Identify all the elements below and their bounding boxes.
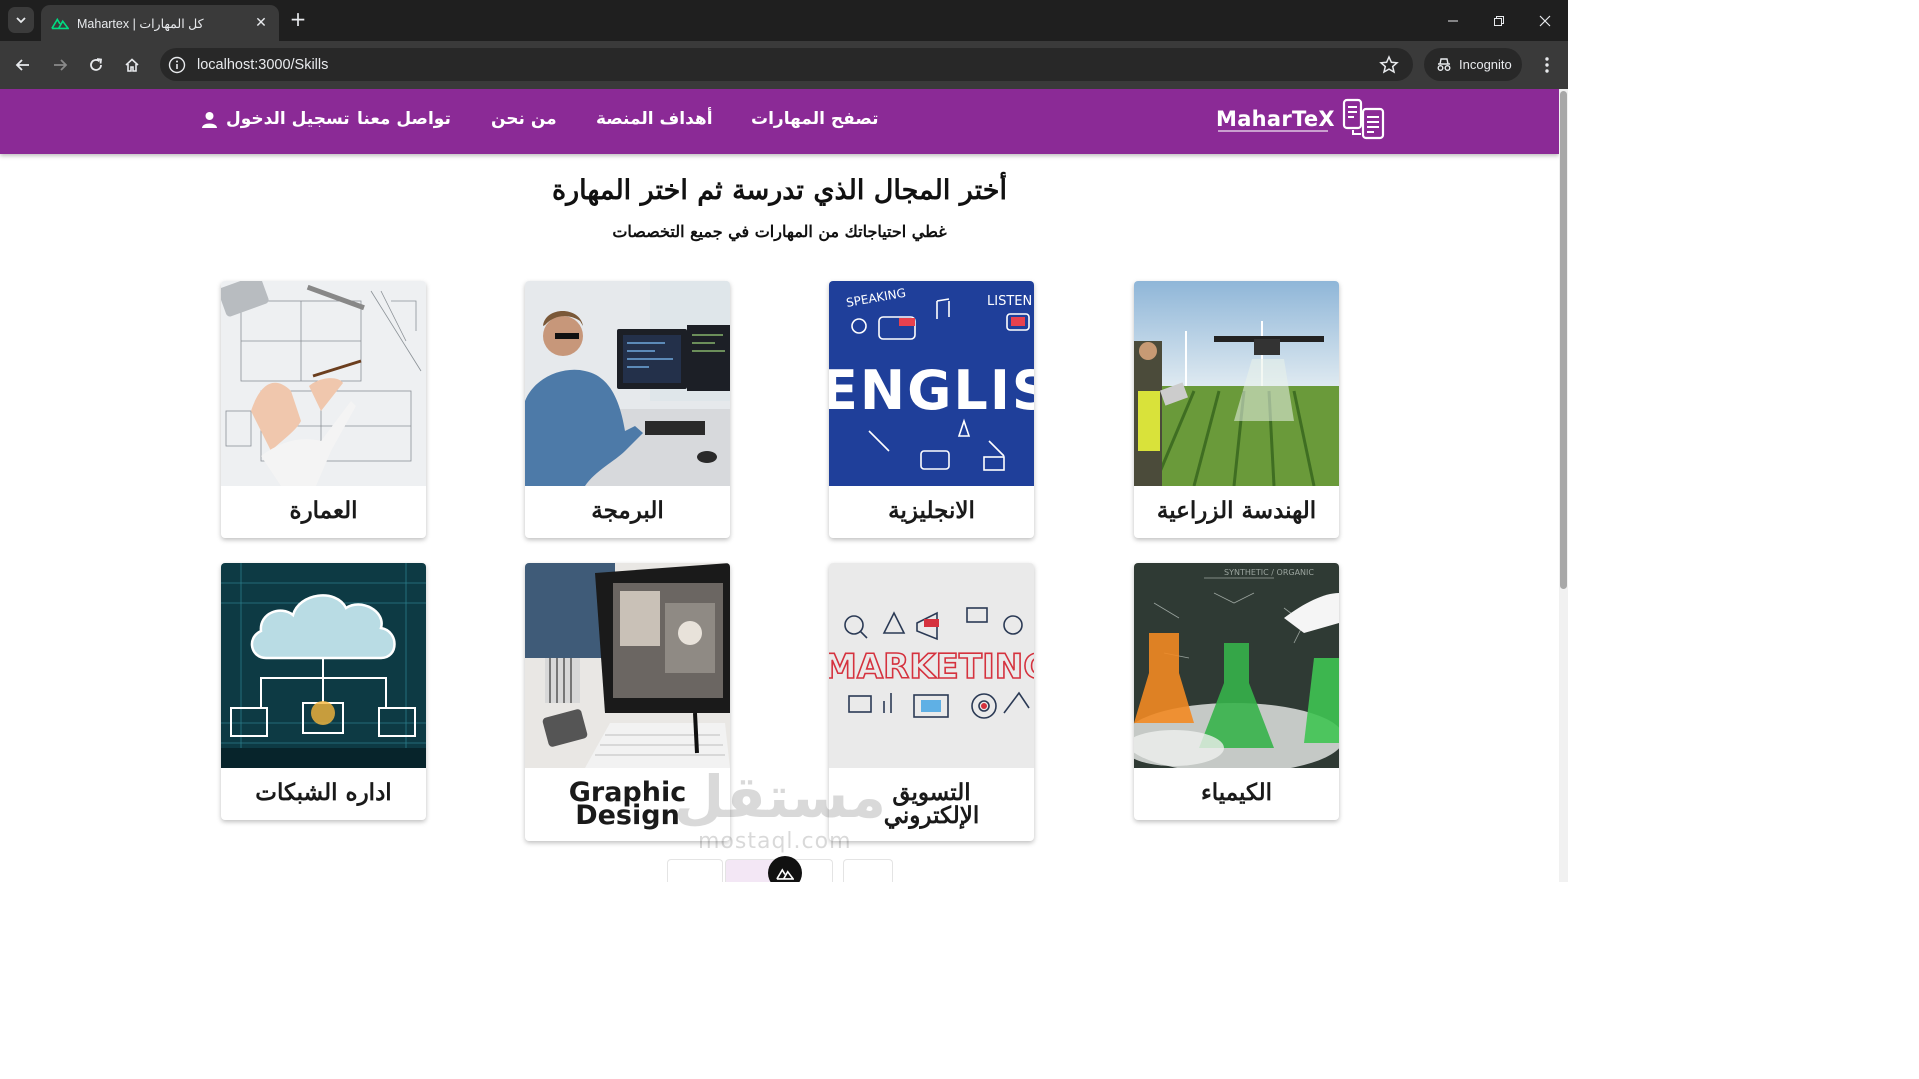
skill-card-label: اداره الشبكات — [255, 779, 392, 806]
network-cloud-image — [221, 563, 426, 768]
url-text[interactable]: localhost:3000/Skills — [197, 57, 1379, 73]
skill-card-label: Graphic Design — [525, 768, 730, 841]
incognito-icon — [1437, 57, 1451, 71]
home-icon — [125, 58, 139, 72]
incognito-badge[interactable]: Incognito — [1424, 48, 1522, 81]
logo-devices-icon — [1342, 98, 1385, 140]
page-content: MaharTeX تصفح المهارات أهداف المنصة من ن… — [0, 89, 1559, 882]
minimize-icon — [1448, 20, 1458, 21]
marketing-icons-image: MARKETING — [829, 563, 1034, 768]
nuxt-devtools-button[interactable] — [768, 856, 802, 882]
svg-text:SYNTHETIC / ORGANIC: SYNTHETIC / ORGANIC — [1224, 568, 1314, 577]
programmer-desk-image — [525, 281, 730, 486]
logo-tagline-rule — [1218, 130, 1328, 132]
reload-button[interactable] — [83, 52, 109, 78]
nav-platform-goals[interactable]: أهداف المنصة — [596, 109, 713, 129]
svg-text:MARKETING: MARKETING — [829, 647, 1034, 687]
address-bar[interactable]: localhost:3000/Skills — [160, 48, 1413, 81]
architecture-blueprint-image — [221, 281, 426, 486]
new-tab-button[interactable]: + — [287, 8, 309, 30]
back-button[interactable] — [10, 52, 36, 78]
svg-text:ENGLISH: ENGLISH — [829, 359, 1034, 422]
arrow-right-icon — [54, 59, 68, 71]
skill-card-label: البرمجة — [591, 497, 664, 524]
tab-close-icon[interactable]: ✕ — [253, 15, 269, 31]
pagination-item[interactable] — [843, 859, 893, 882]
tab-search-button[interactable] — [8, 7, 34, 33]
skill-card-label: الهندسة الزراعية — [1156, 497, 1317, 524]
scrollbar-thumb[interactable] — [1560, 91, 1567, 589]
site-logo[interactable]: MaharTeX — [1216, 98, 1387, 140]
page-scrollbar[interactable] — [1559, 89, 1568, 882]
skill-card-architecture[interactable]: العمارة — [221, 281, 426, 538]
nav-about-us[interactable]: من نحن — [491, 109, 557, 129]
skill-card-graphic-design[interactable]: Graphic Design — [525, 563, 730, 841]
kebab-menu-icon — [1545, 57, 1549, 73]
forward-button[interactable] — [47, 52, 73, 78]
skill-card-label-line1: التسويق — [892, 779, 971, 806]
skill-card-label: الانجليزية — [888, 497, 975, 524]
home-button[interactable] — [119, 52, 145, 78]
skill-card-digital-marketing[interactable]: MARKETING التسويق الإلكتروني — [829, 563, 1034, 841]
chemistry-flasks-image: SYNTHETIC / ORGANIC — [1134, 563, 1339, 768]
browser-tab[interactable]: Mahartex | كل المهارات ✕ — [41, 5, 279, 41]
graphic-design-desk-image — [525, 563, 730, 768]
skill-card-chemistry[interactable]: SYNTHETIC / ORGANIC الكيمياء — [1134, 563, 1339, 820]
chevron-down-icon — [16, 17, 26, 24]
skill-card-programming[interactable]: البرمجة — [525, 281, 730, 538]
close-window-button[interactable] — [1522, 0, 1568, 41]
incognito-label: Incognito — [1459, 57, 1512, 72]
svg-text:LISTEN: LISTEN — [987, 294, 1032, 309]
browser-toolbar: localhost:3000/Skills Incognito — [0, 41, 1568, 89]
restore-icon — [1494, 15, 1504, 26]
skill-card-network-administration[interactable]: اداره الشبكات — [221, 563, 426, 820]
skill-card-label: التسويق الإلكتروني — [829, 768, 1034, 841]
site-navbar: MaharTeX تصفح المهارات أهداف المنصة من ن… — [0, 89, 1559, 154]
nav-contact-us[interactable]: تواصل معنا — [357, 109, 451, 129]
page-subtitle: غطي احتياجاتك من المهارات في جميع التخصص… — [612, 222, 947, 241]
skill-card-label: الكيمياء — [1200, 779, 1273, 806]
reload-icon — [90, 58, 103, 71]
minimize-button[interactable] — [1430, 0, 1476, 41]
skill-card-label: العمارة — [289, 497, 358, 524]
skill-card-english[interactable]: SPEAKING LISTEN ENGLISH الانجليزية — [829, 281, 1034, 538]
nuxt-favicon-icon — [51, 17, 69, 30]
bookmark-star-icon[interactable] — [1379, 54, 1399, 75]
skill-card-agricultural-engineering[interactable]: الهندسة الزراعية — [1134, 281, 1339, 538]
window-controls — [1430, 0, 1568, 41]
browser-titlebar: Mahartex | كل المهارات ✕ + — [0, 0, 1568, 41]
pagination-item[interactable] — [667, 859, 723, 882]
restore-button[interactable] — [1476, 0, 1522, 41]
logo-text: MaharTeX — [1216, 107, 1335, 131]
nav-browse-skills[interactable]: تصفح المهارات — [751, 109, 878, 129]
page-title: أختر المجال الذي تدرسة ثم اختر المهارة — [551, 175, 1008, 206]
english-doodle-image: SPEAKING LISTEN ENGLISH — [829, 281, 1034, 486]
info-icon[interactable] — [168, 56, 186, 74]
nav-login[interactable]: تسجيل الدخول — [201, 109, 350, 129]
close-icon — [1539, 15, 1551, 26]
agricultural-drone-image — [1134, 281, 1339, 486]
arrow-left-icon — [15, 59, 29, 71]
login-label: تسجيل الدخول — [226, 109, 350, 129]
nuxt-logo-icon — [776, 867, 794, 880]
skill-card-label-line2: الإلكتروني — [883, 802, 980, 829]
browser-menu-button[interactable] — [1537, 53, 1557, 77]
user-icon — [202, 111, 217, 128]
tab-title: Mahartex | كل المهارات — [77, 16, 204, 31]
skill-card-label-line2: Design — [575, 800, 680, 831]
